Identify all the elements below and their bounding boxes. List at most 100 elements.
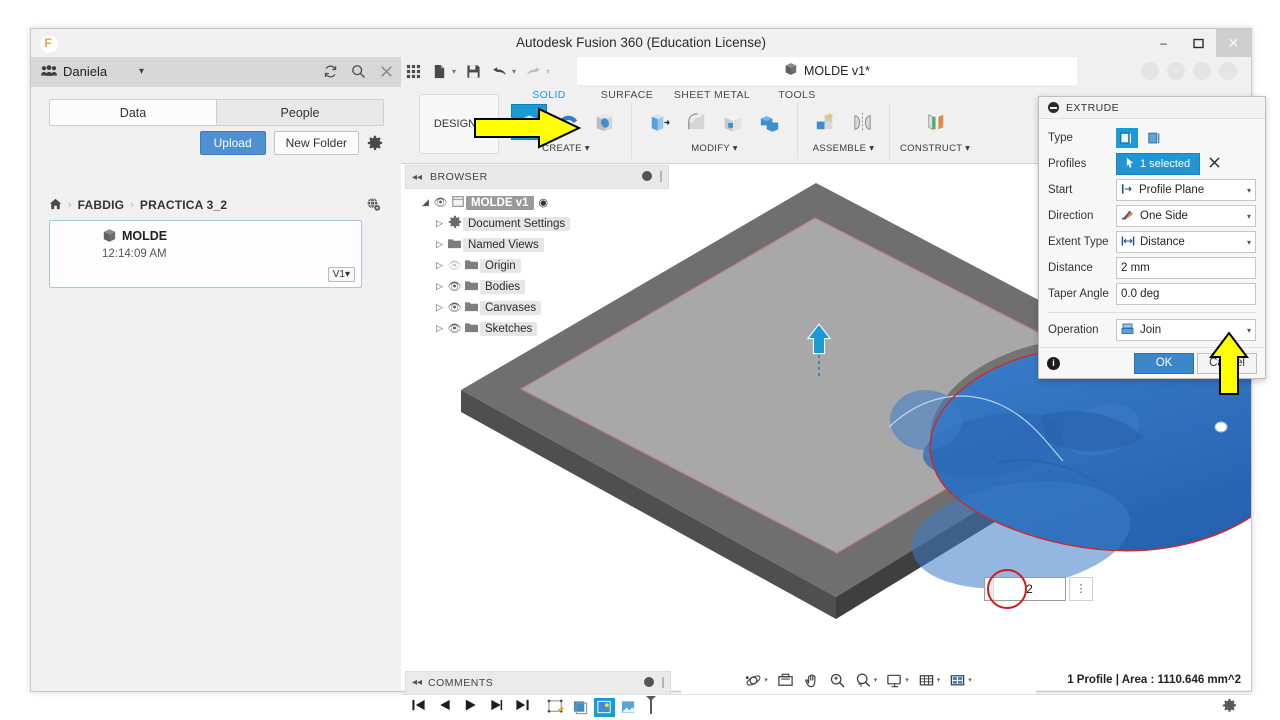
user-menu-caret-icon[interactable]: ▾ (139, 57, 144, 87)
minimize-dot-icon[interactable] (644, 677, 654, 687)
close-panel-icon[interactable] (379, 64, 395, 80)
step-forward-icon[interactable] (489, 698, 504, 717)
offset-plane-icon[interactable] (918, 105, 952, 139)
breadcrumb-item-fabdig[interactable]: FABDIG (78, 198, 125, 212)
undo-caret-icon[interactable]: ▾ (512, 67, 516, 76)
play-icon[interactable] (463, 698, 478, 717)
viewports-caret-icon[interactable]: ▾ (968, 676, 972, 684)
globe-icon[interactable] (366, 197, 382, 213)
tree-node-canvases[interactable]: ▷ 👁 Canvases (405, 297, 669, 318)
tree-node-document-settings[interactable]: ▷ Document Settings (405, 213, 669, 234)
pan-icon[interactable] (803, 672, 820, 689)
visibility-eye-icon[interactable]: 👁 (446, 280, 463, 293)
user-name[interactable]: Daniela (63, 57, 107, 87)
tab-surface[interactable]: SURFACE (587, 89, 667, 101)
grid-snap-caret-icon[interactable]: ▾ (937, 676, 941, 684)
search-icon[interactable] (351, 64, 367, 80)
expander-icon[interactable]: ▷ (433, 323, 446, 334)
new-component-icon[interactable] (808, 105, 842, 139)
collapse-left-icon[interactable]: ◂◂ (412, 172, 422, 183)
press-pull-icon[interactable] (642, 105, 676, 139)
more-options-icon[interactable]: ⋮ (1069, 577, 1093, 601)
tab-sheet-metal[interactable]: SHEET METAL (667, 89, 757, 101)
step-back-icon[interactable] (437, 698, 452, 717)
construct-caret-icon[interactable]: ▾ (965, 143, 970, 154)
zoom-window-icon[interactable]: ▾ (855, 672, 878, 689)
file-version-badge[interactable]: V1▾ (327, 267, 355, 282)
tree-node-named-views[interactable]: ▷ Named Views (405, 234, 669, 255)
tree-node-origin[interactable]: ▷ 👁 Origin (405, 255, 669, 276)
display-settings-caret-icon[interactable]: ▾ (905, 676, 909, 684)
grid-apps-icon[interactable] (405, 63, 422, 80)
file-card-molde[interactable]: MOLDE 12:14:09 AM V1▾ (49, 220, 362, 288)
comments-panel[interactable]: ◂◂ COMMENTS (405, 671, 671, 695)
gear-icon[interactable] (1222, 698, 1237, 718)
tree-node-bodies[interactable]: ▷ 👁 Bodies (405, 276, 669, 297)
notifications-icon[interactable] (1193, 62, 1211, 80)
viewports-icon[interactable]: ▾ (949, 672, 972, 689)
zoom-icon[interactable] (829, 672, 846, 689)
home-icon[interactable] (49, 198, 62, 213)
expander-icon[interactable]: ▷ (433, 239, 446, 250)
new-file-caret-icon[interactable]: ▾ (452, 67, 456, 76)
expander-icon[interactable]: ▷ (433, 218, 446, 229)
orbit-icon[interactable]: ▾ (745, 672, 768, 689)
joint-icon[interactable] (845, 105, 879, 139)
distance-input[interactable]: 2 mm (1116, 257, 1256, 279)
visibility-eye-icon[interactable]: 👁 (446, 301, 463, 314)
tab-tools[interactable]: TOOLS (757, 89, 837, 101)
upload-button[interactable]: Upload (199, 131, 266, 155)
help-icon[interactable] (1141, 62, 1159, 80)
sweep-icon[interactable] (587, 105, 621, 139)
orbit-caret-icon[interactable]: ▾ (764, 676, 768, 684)
timeline-end-marker[interactable] (645, 695, 657, 720)
grid-snap-icon[interactable]: ▾ (918, 672, 941, 689)
tab-data[interactable]: Data (50, 100, 216, 125)
extent-type-dropdown[interactable]: Distance ▾ (1116, 231, 1256, 253)
look-at-icon[interactable] (777, 672, 794, 689)
expander-icon[interactable]: ▷ (433, 260, 446, 271)
zoom-window-caret-icon[interactable]: ▾ (874, 676, 878, 684)
tab-people[interactable]: People (216, 100, 383, 125)
tree-node-molde[interactable]: ◢ 👁 MOLDE v1 ◉ (405, 192, 669, 213)
activate-radio-icon[interactable]: ◉ (539, 196, 549, 209)
tab-solid[interactable]: SOLID (511, 89, 587, 101)
create-caret-icon[interactable]: ▾ (585, 143, 590, 154)
sketch2-feature-icon[interactable] (594, 698, 615, 717)
maximize-button[interactable] (1181, 29, 1216, 57)
minimize-dot-icon[interactable] (642, 171, 652, 181)
modify-caret-icon[interactable]: ▾ (733, 143, 738, 154)
start-dropdown[interactable]: Profile Plane ▾ (1116, 179, 1256, 201)
profiles-selection-chip[interactable]: 1 selected (1116, 153, 1201, 175)
tree-node-sketches[interactable]: ▷ 👁 Sketches (405, 318, 669, 339)
display-settings-icon[interactable]: ▾ (886, 672, 909, 689)
ok-button[interactable]: OK (1134, 352, 1194, 374)
clear-selection-icon[interactable] (1209, 157, 1220, 171)
sketch-feature-icon[interactable] (546, 698, 567, 717)
account-icon[interactable] (1167, 62, 1185, 80)
canvas-feature-icon[interactable] (570, 698, 591, 717)
direction-dropdown[interactable]: One Side ▾ (1116, 205, 1256, 227)
undo-icon[interactable] (491, 63, 508, 80)
redo-icon[interactable] (525, 63, 542, 80)
document-tab[interactable]: MOLDE v1* (577, 57, 1077, 85)
assemble-caret-icon[interactable]: ▾ (869, 143, 874, 154)
redo-caret-icon[interactable]: ▾ (546, 67, 550, 76)
refresh-icon[interactable] (323, 64, 339, 80)
chevron-down-icon[interactable]: ▾ (1247, 186, 1251, 195)
visibility-eye-off-icon[interactable]: 👁 (446, 259, 463, 272)
minimize-button[interactable]: – (1146, 29, 1181, 57)
chevron-down-icon[interactable]: ▾ (1247, 212, 1251, 221)
new-folder-button[interactable]: New Folder (273, 131, 359, 155)
visibility-eye-icon[interactable]: 👁 (432, 196, 449, 209)
chevron-down-icon[interactable]: ▾ (1247, 238, 1251, 247)
jobs-icon[interactable] (1219, 62, 1237, 80)
shell-icon[interactable] (716, 105, 750, 139)
skip-to-end-icon[interactable] (515, 698, 530, 717)
panel-resize-handle[interactable] (660, 171, 662, 182)
gear-icon[interactable] (367, 135, 383, 151)
extrude-profile-icon[interactable] (1116, 128, 1138, 148)
minimize-dot-icon[interactable] (1048, 102, 1059, 113)
panel-resize-handle[interactable] (662, 677, 664, 688)
expander-icon[interactable]: ▷ (433, 281, 446, 292)
